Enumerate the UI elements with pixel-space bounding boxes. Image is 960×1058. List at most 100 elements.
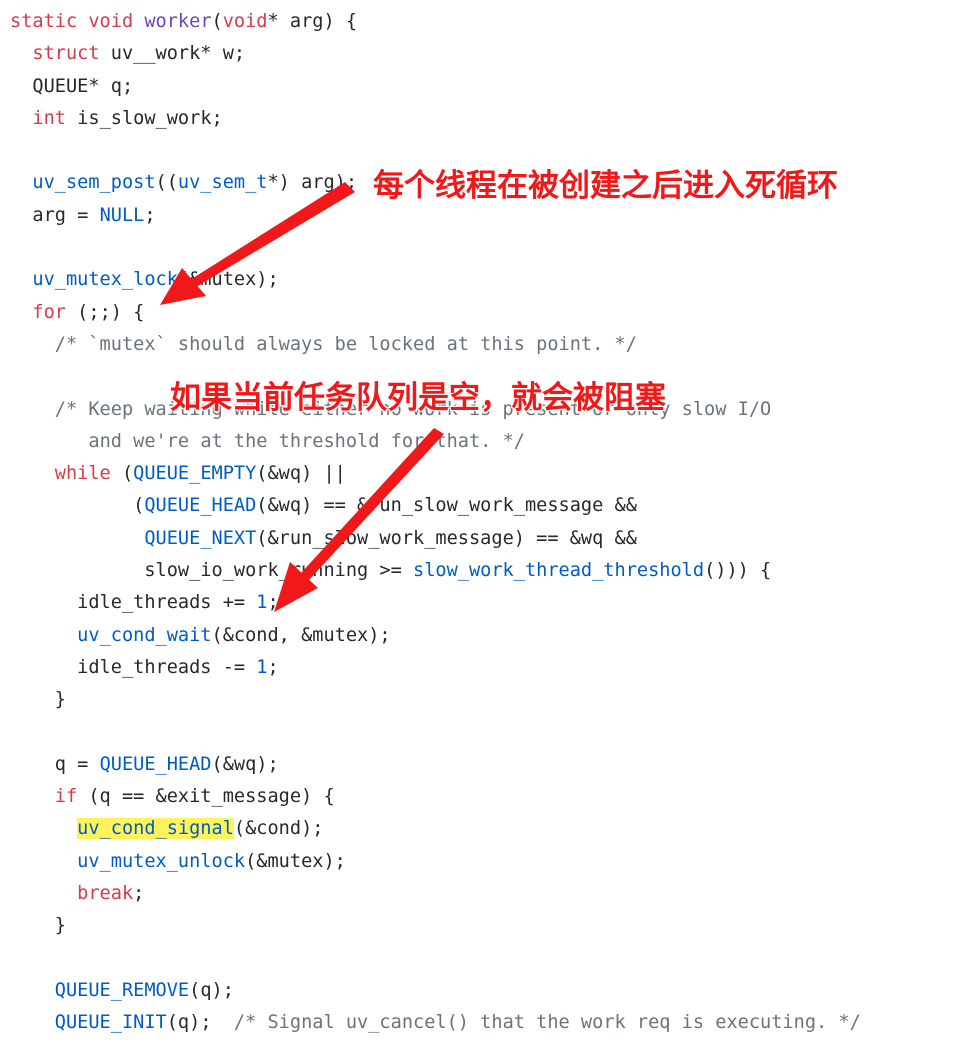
- code-line: uv_mutex_unlock(&mutex);: [10, 846, 861, 878]
- code-token: NULL: [99, 204, 145, 226]
- code-token: QUEUE* q;: [10, 75, 134, 97]
- code-line: int is_slow_work;: [10, 103, 861, 135]
- code-token: (;;) {: [65, 301, 145, 323]
- code-token: 1: [256, 656, 268, 678]
- code-token: 1: [256, 592, 268, 614]
- code-token: uv_sem_post: [32, 172, 156, 194]
- code-line: QUEUE_NEXT(&run_slow_work_message) == &w…: [10, 523, 861, 555]
- annotation-infinite-loop: 每个线程在被创建之后进入死循环: [373, 168, 838, 204]
- code-token: arg =: [10, 204, 100, 226]
- code-line: QUEUE* q;: [10, 71, 861, 103]
- code-line: struct uv__work* w;: [10, 38, 861, 70]
- code-line: for (;;) {: [10, 297, 861, 329]
- code-token: is_slow_work;: [65, 107, 223, 129]
- code-line: while (QUEUE_EMPTY(&wq) ||: [10, 458, 861, 490]
- code-token: for: [32, 301, 66, 323]
- code-token: *) arg);: [267, 172, 358, 194]
- code-token: }: [10, 689, 66, 711]
- code-token: QUEUE_HEAD: [144, 495, 257, 517]
- code-token: break: [77, 883, 134, 905]
- code-token: (: [10, 495, 145, 517]
- code-token: worker: [144, 11, 212, 32]
- code-line: uv_cond_signal(&cond);: [10, 813, 861, 845]
- code-token: (q);: [189, 979, 234, 1001]
- code-token: uv_cond_wait: [77, 624, 212, 646]
- code-token: uv_mutex_lock: [32, 269, 178, 291]
- code-token: static void: [10, 11, 145, 32]
- code-line: QUEUE_REMOVE(q);: [10, 975, 861, 1007]
- code-token: ((: [155, 172, 178, 194]
- code-token: uv__work* w;: [99, 43, 246, 65]
- code-token: QUEUE_INIT: [54, 1012, 167, 1034]
- code-token: if: [54, 786, 78, 808]
- code-line: idle_threads += 1;: [10, 587, 861, 619]
- code-token: slow_io_work_running >=: [10, 560, 413, 582]
- code-line: }: [10, 910, 861, 942]
- code-token: ;: [267, 656, 279, 678]
- code-token: void: [222, 11, 268, 32]
- code-line: /* `mutex` should always be locked at th…: [10, 329, 861, 361]
- code-line: slow_io_work_running >= slow_work_thread…: [10, 555, 861, 587]
- code-token: QUEUE_REMOVE: [54, 979, 190, 1001]
- code-token: q =: [10, 753, 100, 775]
- code-token: ;: [144, 204, 156, 226]
- code-token: (: [211, 11, 223, 32]
- code-token: ())) {: [704, 560, 772, 582]
- code-token: (q);: [166, 1012, 234, 1034]
- code-token: (&mutex);: [177, 269, 279, 291]
- code-line: uv_cond_wait(&cond, &mutex);: [10, 620, 861, 652]
- code-token: /* Signal uv_cancel() that the work req …: [233, 1012, 861, 1034]
- annotation-queue-empty-block: 如果当前任务队列是空，就会被阻塞: [170, 380, 666, 416]
- code-token: struct: [32, 43, 100, 65]
- code-token: (&wq);: [211, 753, 279, 775]
- code-line: break;: [10, 878, 861, 910]
- code-line: if (q == &exit_message) {: [10, 781, 861, 813]
- code-line: q = QUEUE_HEAD(&wq);: [10, 749, 861, 781]
- code-token: idle_threads +=: [10, 592, 257, 614]
- code-token: QUEUE_EMPTY: [133, 463, 257, 485]
- code-token: ;: [267, 592, 279, 614]
- code-token: while: [54, 463, 111, 485]
- code-token: idle_threads -=: [10, 656, 257, 678]
- code-line: and we're at the threshold for that. */: [10, 426, 861, 458]
- code-token: }: [10, 915, 66, 937]
- code-token: (&run_slow_work_message) == &wq &&: [256, 527, 637, 549]
- code-token: int: [32, 107, 66, 129]
- code-token: ;: [133, 883, 145, 905]
- code-token: uv_sem_t: [177, 172, 268, 194]
- code-token: * arg) {: [267, 11, 358, 32]
- code-line: }: [10, 684, 861, 716]
- code-token: (&wq) ||: [256, 463, 346, 485]
- code-token: slow_work_thread_threshold: [413, 560, 705, 582]
- code-line: idle_threads -= 1;: [10, 652, 861, 684]
- code-token: (&cond);: [233, 818, 324, 840]
- code-token: /* `mutex` should always be locked at th…: [54, 333, 637, 355]
- code-token: QUEUE_NEXT: [144, 527, 257, 549]
- code-line: (QUEUE_HEAD(&wq) == &run_slow_work_messa…: [10, 490, 861, 522]
- code-token: (&wq) == &run_slow_work_message &&: [256, 495, 637, 517]
- highlighted-token: uv_cond_signal: [77, 818, 234, 840]
- code-token: uv_mutex_unlock: [77, 850, 246, 872]
- code-token: (q == &exit_message) {: [77, 786, 335, 808]
- code-token: (&mutex);: [245, 850, 346, 872]
